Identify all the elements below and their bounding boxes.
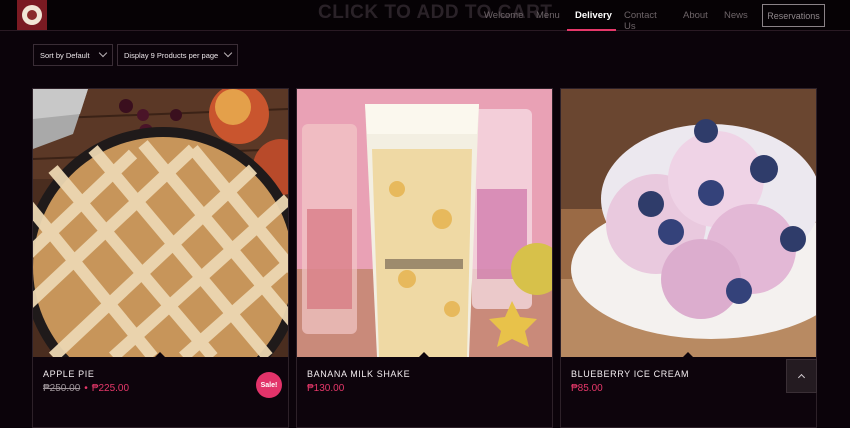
product-card-banana-milk-shake[interactable]: Banana Milk Shake ₱130.00 [296, 88, 553, 428]
nav-contact-us[interactable]: Contact Us [624, 10, 657, 32]
active-nav-indicator [567, 29, 616, 31]
nav-delivery[interactable]: Delivery [575, 10, 612, 21]
nav-menu[interactable]: Menu [536, 10, 560, 21]
product-price: ₱85.00 [571, 383, 603, 394]
product-name[interactable]: Blueberry Ice Cream [571, 369, 689, 379]
product-card-apple-pie[interactable]: Apple Pie ₱250.00 • ₱225.00 Sale! [32, 88, 289, 428]
nav-news[interactable]: News [724, 10, 748, 21]
scroll-to-top-button[interactable] [786, 359, 817, 393]
product-image-blueberry-ice-cream[interactable] [561, 89, 816, 357]
price-separator: • [84, 383, 88, 394]
nav-welcome[interactable]: Welcome [484, 10, 523, 21]
chevron-down-icon [223, 48, 233, 58]
per-page-select-label: Display 9 Products per page [124, 50, 219, 60]
product-image-banana-milk-shake[interactable] [297, 89, 552, 357]
chevron-down-icon [98, 48, 108, 58]
reservations-button[interactable]: Reservations [762, 4, 825, 27]
card-caret [683, 352, 693, 357]
sort-select[interactable]: Sort by Default [33, 44, 113, 66]
card-caret [419, 352, 429, 357]
product-price-value: ₱85.00 [571, 383, 603, 394]
chevron-up-icon [797, 373, 806, 382]
card-caret [155, 352, 165, 357]
product-image-apple-pie[interactable] [33, 89, 288, 357]
nav-about[interactable]: About [683, 10, 708, 21]
product-price: ₱130.00 [307, 383, 344, 394]
product-card-blueberry-ice-cream[interactable]: Blueberry Ice Cream ₱85.00 [560, 88, 817, 428]
sort-select-label: Sort by Default [40, 50, 90, 60]
old-price: ₱250.00 [43, 383, 81, 394]
product-name[interactable]: Banana Milk Shake [307, 369, 410, 379]
product-price: ₱250.00 • ₱225.00 [43, 383, 129, 394]
product-name[interactable]: Apple Pie [43, 369, 94, 379]
sale-price: ₱225.00 [91, 383, 130, 394]
site-logo[interactable] [17, 0, 47, 30]
logo-emblem-icon [22, 5, 42, 25]
sale-badge: Sale! [256, 372, 282, 398]
product-price-value: ₱130.00 [307, 383, 345, 394]
site-header: CLICK TO ADD TO CART Welcome Menu Delive… [0, 0, 850, 32]
per-page-select[interactable]: Display 9 Products per page [117, 44, 238, 66]
